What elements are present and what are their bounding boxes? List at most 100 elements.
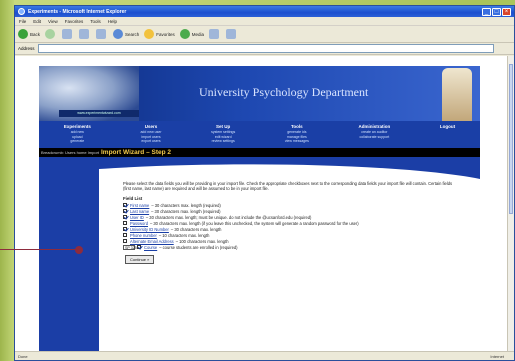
field-checkbox[interactable] — [123, 221, 127, 225]
callout-dot — [75, 245, 83, 254]
back-arrow-icon — [18, 29, 28, 39]
nav-head[interactable]: Tools — [285, 124, 309, 129]
home-button[interactable] — [96, 29, 108, 39]
page-content: www.experimentwizard.com University Psyc… — [15, 56, 514, 351]
menu-bar: File Edit View Favorites Tools Help — [15, 17, 514, 26]
field-list-heading: Field List — [123, 196, 143, 201]
course-row: SP 325 Course – course students are enro… — [123, 244, 458, 250]
nav-link[interactable]: review settings — [211, 139, 235, 144]
menu-help[interactable]: Help — [108, 19, 117, 24]
field-checkbox[interactable] — [123, 203, 127, 207]
callout-line — [0, 249, 76, 250]
nav-setup: Set Up system settings edit wizard revie… — [211, 124, 235, 144]
nav-link[interactable]: add new user — [140, 130, 161, 135]
nav-logout: Logout — [440, 124, 455, 130]
nav-experiments: Experiments add new upload generate — [64, 124, 91, 144]
mail-button[interactable] — [226, 29, 238, 39]
media-button[interactable]: Media — [179, 29, 204, 39]
field-checkbox[interactable] — [123, 239, 127, 243]
nav-link[interactable]: generate — [64, 139, 91, 144]
field-label[interactable]: Last name — [130, 209, 149, 214]
nav-tools: Tools generate ids manage files view mes… — [285, 124, 309, 144]
star-icon — [144, 29, 155, 39]
field-label[interactable]: Password — [130, 221, 148, 226]
history-icon — [209, 29, 220, 39]
menu-view[interactable]: View — [48, 19, 58, 24]
department-title: University Psychology Department — [199, 85, 369, 99]
nav-link[interactable]: view messages — [285, 139, 309, 144]
field-label[interactable]: User ID — [130, 215, 144, 220]
field-desc: – 30 characters max. length (required) — [151, 208, 221, 214]
maximize-icon[interactable]: □ — [492, 7, 501, 16]
home-icon — [96, 29, 107, 39]
nav-link[interactable]: collaborate support — [358, 135, 390, 140]
vertical-scrollbar[interactable] — [507, 56, 514, 351]
nav-head[interactable]: Experiments — [64, 124, 91, 129]
course-label[interactable]: Course — [144, 245, 157, 250]
security-zone: Internet — [490, 353, 504, 359]
field-checkbox[interactable] — [123, 227, 127, 231]
field-desc: – 30 characters max. length; must be uni… — [145, 214, 312, 220]
favorites-button[interactable]: Favorites — [144, 29, 175, 39]
refresh-icon — [79, 29, 90, 39]
nav-link[interactable]: system settings — [211, 130, 235, 135]
stop-icon — [62, 29, 73, 39]
close-icon[interactable]: × — [502, 7, 511, 16]
nav-head[interactable]: Set Up — [211, 124, 235, 129]
refresh-button[interactable] — [79, 29, 91, 39]
menu-favorites[interactable]: Favorites — [65, 19, 84, 24]
nav-head[interactable]: Users — [140, 124, 161, 129]
address-bar: Address — [15, 43, 514, 55]
field-checkbox[interactable] — [123, 209, 127, 213]
breadcrumb-bar: Breadcrumb: Users home Import Import Wiz… — [39, 148, 480, 157]
nav-head[interactable]: Administration — [358, 124, 390, 129]
tower-image — [442, 68, 472, 121]
address-input[interactable] — [37, 44, 494, 53]
stop-button[interactable] — [62, 29, 74, 39]
history-button[interactable] — [209, 29, 221, 39]
browser-window: Experiments - Microsoft Internet Explore… — [14, 5, 515, 361]
field-checkbox[interactable] — [123, 233, 127, 237]
menu-tools[interactable]: Tools — [90, 19, 101, 24]
back-button[interactable]: Back — [18, 29, 40, 39]
nav-head[interactable]: Logout — [440, 124, 455, 129]
import-form: Please select the data fields you will b… — [123, 181, 458, 264]
field-desc: – 30 characters max. length (required) — [151, 202, 221, 208]
ie-logo-icon — [18, 8, 25, 15]
header-curve — [99, 157, 480, 179]
course-checkbox[interactable] — [137, 245, 141, 249]
nav-administration: Administration create an auditor collabo… — [358, 124, 390, 139]
field-desc: – 100 characters max. length — [175, 238, 229, 244]
search-button[interactable]: Search — [113, 29, 139, 39]
mail-icon — [226, 29, 237, 39]
continue-button[interactable]: Continue » — [125, 255, 155, 264]
menu-file[interactable]: File — [19, 19, 26, 24]
site-logo-text[interactable]: www.experimentwizard.com — [59, 110, 139, 117]
breadcrumb[interactable]: Breadcrumb: Users home Import — [41, 150, 99, 155]
nav-link[interactable]: export users — [140, 139, 161, 144]
scrollbar-thumb[interactable] — [509, 64, 513, 214]
field-label[interactable]: First name — [130, 203, 149, 208]
status-bar: Done Internet — [15, 351, 514, 360]
left-sidebar — [39, 157, 99, 351]
nav-link[interactable]: create an auditor — [358, 130, 390, 135]
forward-arrow-icon — [45, 29, 56, 39]
title-bar: Experiments - Microsoft Internet Explore… — [15, 6, 514, 17]
field-label[interactable]: Phone number — [130, 233, 157, 238]
field-label[interactable]: Alternate Email Address — [130, 239, 174, 244]
wizard-panel: Please select the data fields you will b… — [99, 157, 480, 351]
media-icon — [179, 29, 190, 39]
status-text: Done — [18, 353, 28, 359]
minimize-icon[interactable]: _ — [482, 7, 491, 16]
nav-link[interactable]: generate ids — [285, 130, 309, 135]
course-desc: – course students are enrolled in (requi… — [159, 244, 238, 250]
course-select[interactable]: SP 325 — [123, 244, 137, 250]
field-checkbox[interactable] — [123, 215, 127, 219]
site-nav: Experiments add new upload generate User… — [39, 121, 480, 148]
site-banner: www.experimentwizard.com University Psyc… — [39, 66, 480, 121]
forward-button[interactable] — [45, 29, 57, 39]
field-desc: – 30 characters max. length — [170, 226, 222, 232]
field-label[interactable]: University ID Number — [130, 227, 169, 232]
menu-edit[interactable]: Edit — [33, 19, 41, 24]
background-leaf — [0, 0, 14, 361]
